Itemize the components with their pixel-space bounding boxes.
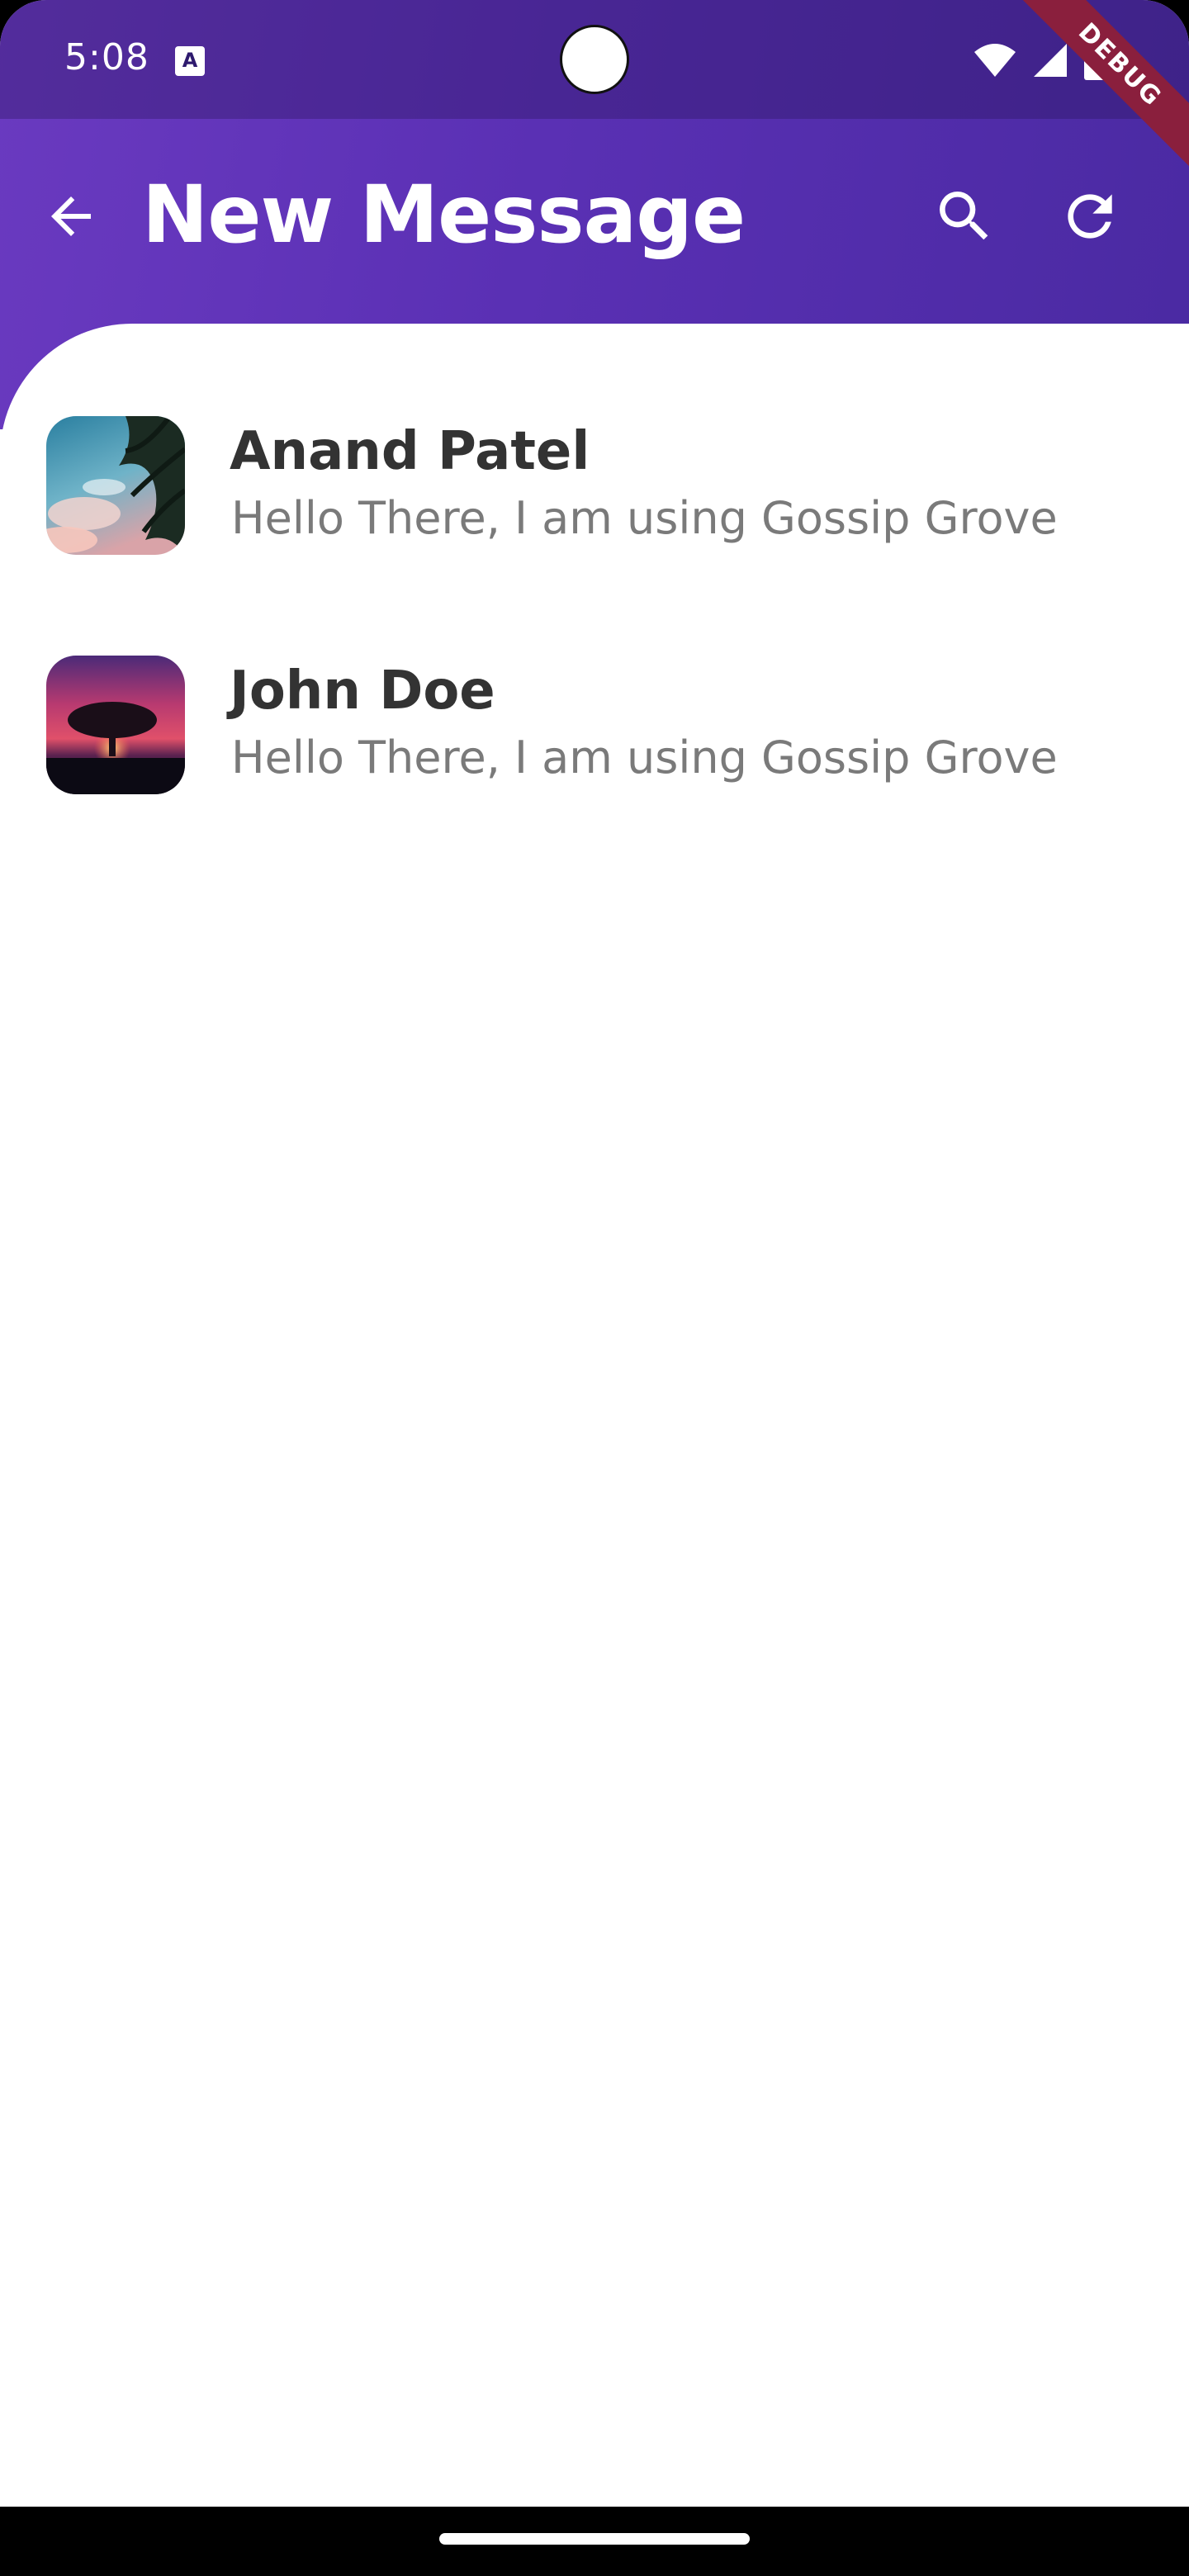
refresh-icon (1057, 183, 1123, 253)
avatar (46, 416, 185, 555)
app-bar: New Message (0, 119, 1189, 324)
avatar (46, 656, 185, 794)
page-title: New Message (142, 168, 746, 261)
wifi-icon (973, 42, 1017, 82)
contact-status: Hello There, I am using Gossip Grove (231, 732, 1058, 784)
back-button[interactable] (31, 178, 111, 258)
contact-list-item[interactable]: Anand Patel Hello There, I am using Goss… (0, 416, 1189, 631)
cellular-signal-icon (1032, 42, 1068, 82)
contact-status: Hello There, I am using Gossip Grove (231, 492, 1058, 544)
contact-list-item[interactable]: John Doe Hello There, I am using Gossip … (0, 656, 1189, 870)
contact-name: John Doe (230, 661, 495, 722)
search-icon (931, 183, 997, 253)
system-navigation-bar (0, 2507, 1189, 2576)
camera-cutout (560, 25, 629, 94)
arrow-back-icon (41, 187, 101, 249)
status-bar: 5:08 A DEBUG (0, 0, 1189, 187)
status-time: 5:08 (64, 36, 149, 78)
refresh-button[interactable] (1050, 178, 1130, 258)
app-screen: 5:08 A DEBUG New Message Anand Patel Hel… (0, 0, 1189, 2507)
contact-name: Anand Patel (230, 421, 590, 482)
search-button[interactable] (925, 178, 1004, 258)
notification-app-icon: A (175, 46, 205, 76)
contact-list: Anand Patel Hello There, I am using Goss… (0, 324, 1189, 2507)
home-indicator[interactable] (439, 2533, 750, 2545)
